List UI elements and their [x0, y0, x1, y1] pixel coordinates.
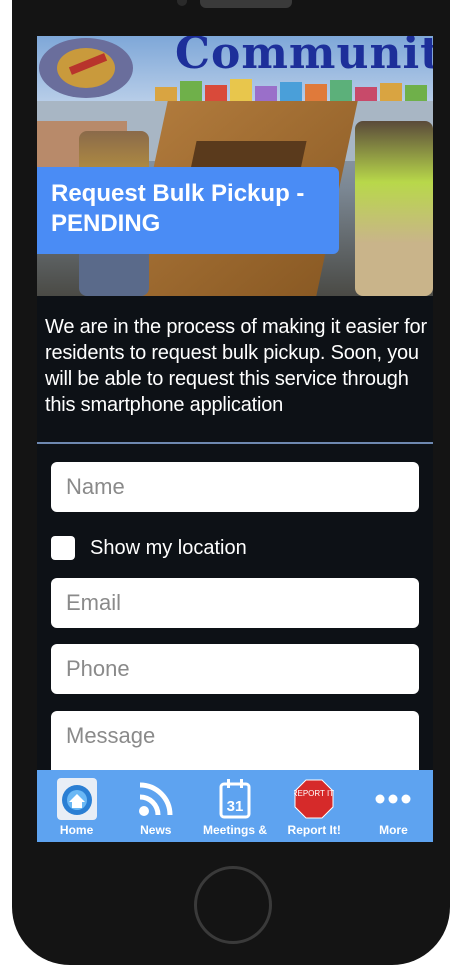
tab-news-label: News: [140, 823, 172, 837]
banner-houses: [155, 76, 433, 101]
description-text: We are in the process of making it easie…: [45, 316, 427, 416]
city-seal-logo: [39, 38, 133, 98]
phone-camera: [177, 0, 187, 6]
phone-home-button[interactable]: [194, 866, 272, 944]
tab-home[interactable]: Home: [37, 770, 116, 842]
page-title-box: Request Bulk Pickup - PENDING: [37, 167, 339, 254]
app-screen: Community Request Bulk Pickup - PENDING …: [37, 36, 433, 842]
bottom-tab-bar: Home News 31 Meetings & REPORT IT Report…: [37, 770, 433, 842]
page-title-line2: PENDING: [51, 210, 161, 237]
tab-meetings[interactable]: 31 Meetings &: [195, 770, 274, 842]
worker-right: [355, 121, 433, 296]
show-location-checkbox[interactable]: [51, 536, 75, 560]
calendar-icon-day: 31: [227, 798, 244, 815]
page-title-line1: Request Bulk Pickup -: [51, 180, 305, 207]
report-icon: REPORT IT!: [292, 777, 336, 821]
report-icon-text: REPORT IT!: [294, 789, 334, 798]
tab-report[interactable]: REPORT IT! Report It!: [275, 770, 354, 842]
tab-more-label: More: [379, 823, 408, 837]
tab-report-label: Report It!: [287, 823, 341, 837]
section-divider: [37, 442, 433, 444]
phone-speaker: [200, 0, 292, 8]
phone-input[interactable]: [51, 644, 419, 694]
tab-meetings-label: Meetings &: [203, 823, 268, 837]
calendar-icon: 31: [213, 777, 257, 821]
community-banner: Community: [37, 36, 433, 101]
tab-home-label: Home: [59, 823, 94, 837]
more-icon: [371, 777, 415, 821]
tab-more[interactable]: More: [354, 770, 433, 842]
home-icon: [55, 777, 99, 821]
tab-news[interactable]: News: [116, 770, 195, 842]
name-input[interactable]: [51, 462, 419, 512]
show-location-label: Show my location: [90, 536, 247, 559]
show-location-row[interactable]: Show my location: [51, 534, 247, 562]
banner-title: Community: [175, 36, 433, 79]
email-input[interactable]: [51, 578, 419, 628]
rss-icon: [134, 777, 178, 821]
